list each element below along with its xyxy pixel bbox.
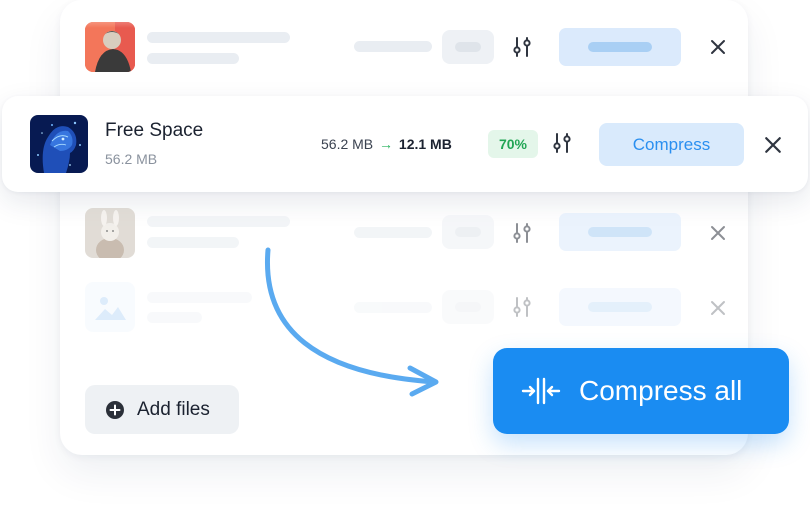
original-size: 56.2 MB	[321, 136, 374, 152]
curved-arrow-icon	[264, 247, 439, 397]
file-name-placeholder	[147, 32, 290, 43]
file-size-placeholder	[147, 237, 239, 248]
file-size: 56.2 MB	[105, 151, 158, 167]
file-thumbnail	[85, 208, 135, 258]
close-icon[interactable]	[764, 136, 782, 154]
sliders-icon[interactable]	[551, 132, 573, 154]
file-name-placeholder	[147, 292, 252, 303]
compress-arrows-icon	[521, 377, 561, 405]
compress-all-button[interactable]: Compress all	[493, 348, 789, 434]
percent-placeholder	[442, 30, 494, 64]
file-thumbnail	[30, 115, 88, 173]
sliders-icon[interactable]	[511, 296, 533, 318]
size-change-placeholder	[354, 41, 432, 52]
file-row-active: Free Space 56.2 MB 56.2 MB → 12.1 MB 70%…	[2, 96, 808, 192]
file-size-placeholder	[147, 53, 239, 64]
file-size-placeholder	[147, 312, 202, 323]
file-row-1	[0, 0, 810, 96]
size-change: 56.2 MB → 12.1 MB	[321, 136, 452, 152]
arrow-right-icon: →	[379, 136, 394, 152]
compress-all-label: Compress all	[579, 375, 743, 406]
file-name: Free Space	[105, 120, 204, 141]
compress-button-placeholder[interactable]	[559, 28, 681, 66]
reduction-badge: 70%	[488, 130, 538, 158]
sliders-icon[interactable]	[511, 222, 533, 244]
compressed-size: 12.1 MB	[398, 136, 452, 152]
size-change-placeholder	[354, 227, 432, 238]
compress-button-placeholder[interactable]	[559, 213, 681, 251]
add-files-label: Add files	[137, 398, 210, 420]
file-thumbnail	[85, 22, 135, 72]
close-icon[interactable]	[710, 225, 726, 241]
image-placeholder-icon	[85, 282, 135, 332]
close-icon[interactable]	[710, 39, 726, 55]
compress-button[interactable]: Compress	[599, 123, 744, 166]
plus-circle-icon	[106, 400, 124, 419]
compress-button-placeholder[interactable]	[559, 288, 681, 326]
sliders-icon[interactable]	[511, 36, 533, 58]
file-name-placeholder	[147, 216, 290, 227]
close-icon[interactable]	[710, 300, 726, 316]
add-files-button[interactable]: Add files	[85, 385, 239, 434]
